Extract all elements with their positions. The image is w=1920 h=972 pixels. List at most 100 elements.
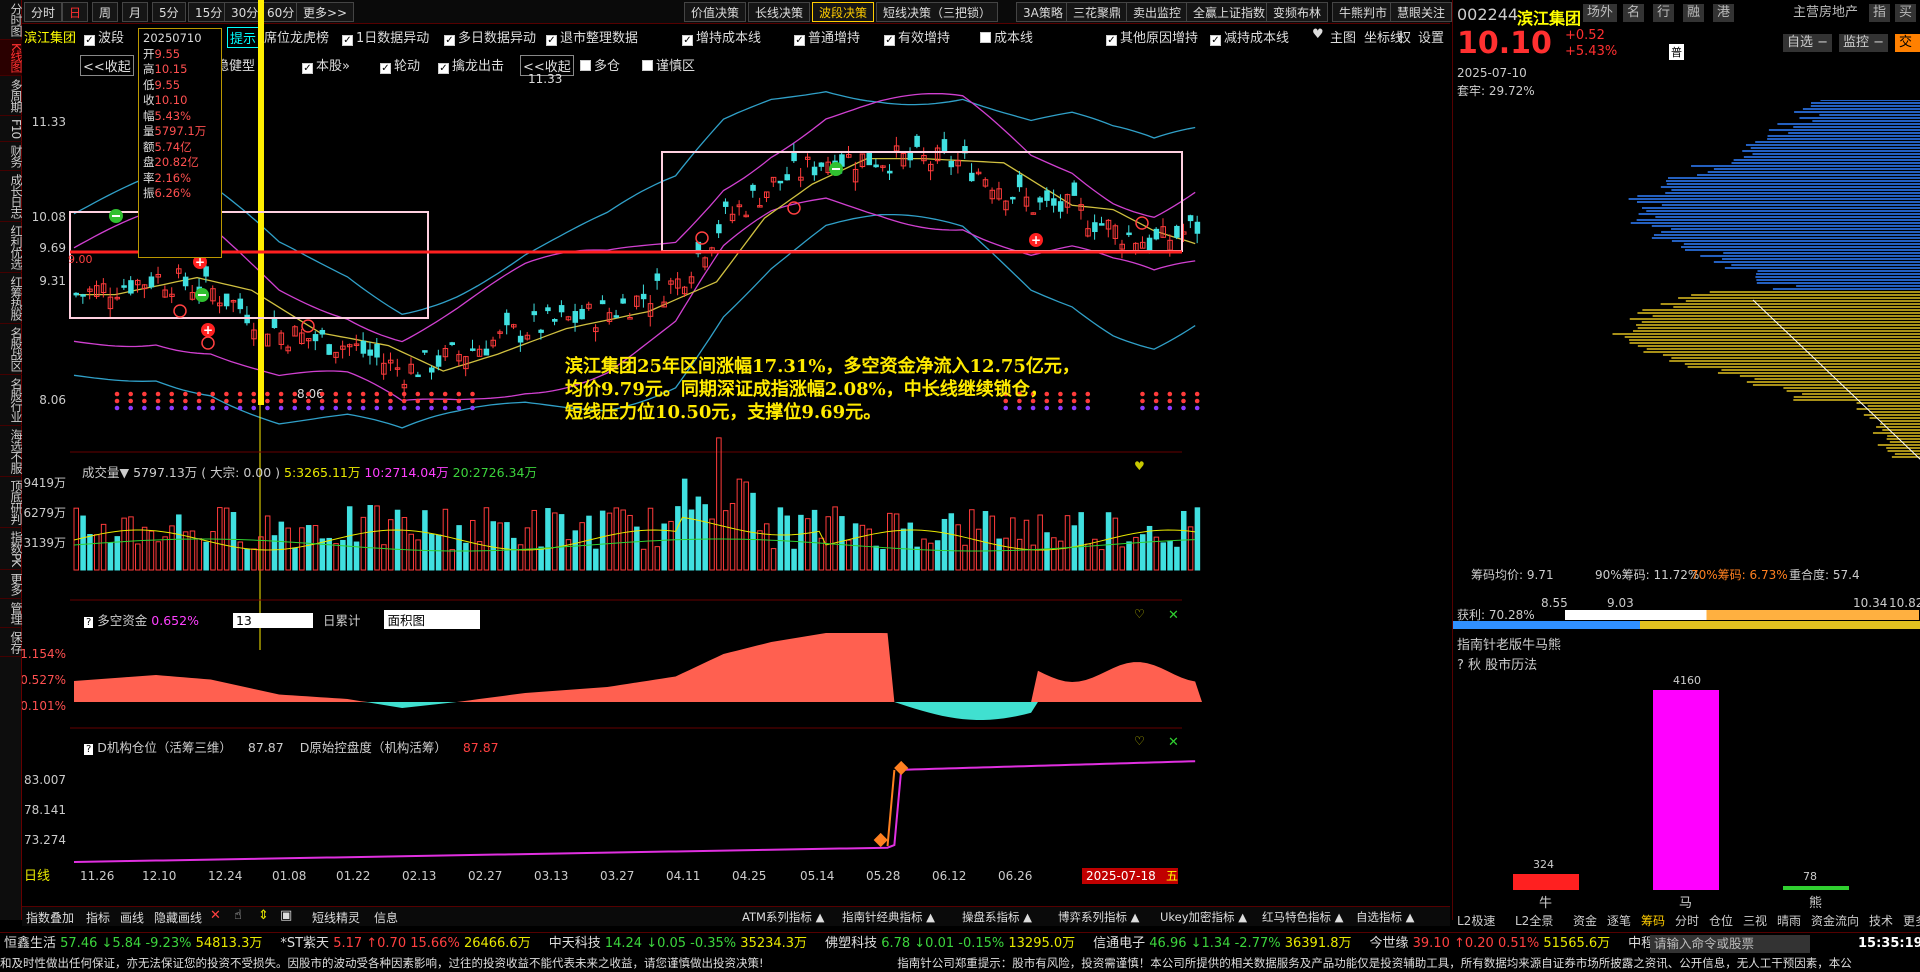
- indicator-group-0[interactable]: ATM系列指标 ▲: [742, 909, 824, 925]
- side-tab-10[interactable]: 海选不服: [0, 426, 23, 478]
- panel-heart-icon[interactable]: ♡: [1134, 734, 1145, 748]
- ticker-item[interactable]: *ST紫天 5.17 ↑0.70 15.66% 26466.6万: [280, 936, 530, 951]
- right-tab-9[interactable]: 资金流向: [1811, 912, 1859, 929]
- close-icon[interactable]: ✕: [1168, 608, 1179, 623]
- right-tab-1[interactable]: L2全景: [1515, 912, 1553, 929]
- right-tab-8[interactable]: 晴雨: [1777, 912, 1801, 929]
- help-icon[interactable]: ?: [84, 617, 94, 628]
- bull-bar-label: 熊: [1809, 896, 1823, 911]
- side-tab-2[interactable]: 多周期: [0, 76, 23, 116]
- indicator-group-1[interactable]: 指南针经典指标 ▲: [842, 909, 935, 925]
- volume-bar: [1153, 536, 1160, 571]
- capital-period-select[interactable]: 13: [232, 613, 313, 628]
- right-tab-4[interactable]: 筹码: [1641, 912, 1665, 929]
- signal-dot: [128, 391, 133, 397]
- volume-bar: [94, 534, 100, 571]
- right-tab-3[interactable]: 逐笔: [1607, 912, 1631, 929]
- date-tick: 04.11: [666, 869, 700, 883]
- candle-body: [620, 298, 626, 304]
- stock-tag-2[interactable]: 行: [1653, 4, 1675, 22]
- close-icon[interactable]: ✕: [1168, 735, 1179, 750]
- right-tab-6[interactable]: 仓位: [1709, 912, 1733, 929]
- volume-bar: [374, 505, 380, 571]
- command-input[interactable]: 请输入命令或股票: [1650, 935, 1810, 953]
- right-tab-2[interactable]: 资金: [1573, 912, 1597, 929]
- volume-bar: [955, 524, 961, 571]
- ticker-item[interactable]: 佛塑科技 6.78 ↓0.01 -0.15% 13295.0万: [825, 936, 1075, 951]
- volume-tick: 9419万: [23, 476, 66, 490]
- panel-heart-icon[interactable]: ♥: [1134, 459, 1145, 473]
- candle-body: [1057, 201, 1064, 212]
- chip-stat-0: 筹码均价: 9.71: [1471, 568, 1554, 582]
- stock-tag-0[interactable]: 场外: [1583, 4, 1618, 22]
- panel-heart-icon[interactable]: ♡: [1134, 607, 1145, 621]
- price-tick: 11.33: [32, 115, 66, 129]
- kline-chart[interactable]: 11.3310.089.699.318.0611.338.069.00+++94…: [22, 0, 1450, 920]
- volume-title[interactable]: 成交量▼: [82, 465, 129, 480]
- side-tab-9[interactable]: 名股行业: [0, 375, 23, 427]
- volume-bar: [449, 549, 455, 571]
- side-tab-11[interactable]: 顶底研判: [0, 477, 23, 529]
- volume-bar: [346, 506, 353, 571]
- side-tab-14[interactable]: 管理: [0, 599, 23, 629]
- right-tab-7[interactable]: 三视: [1743, 912, 1767, 929]
- signal-dot: [210, 391, 216, 397]
- side-tab-1[interactable]: K线图: [0, 40, 23, 76]
- volume-bar: [791, 548, 797, 571]
- date-tick: 06.26: [998, 869, 1032, 883]
- right-tab-10[interactable]: 技术: [1869, 912, 1893, 929]
- signal-dot: [1167, 405, 1173, 411]
- indicator-group-6[interactable]: 自选指标 ▲: [1356, 909, 1415, 925]
- bottom-info-0[interactable]: 短线精灵: [312, 909, 360, 926]
- right-btn-2[interactable]: 交易: [1895, 34, 1920, 68]
- right-tab-5[interactable]: 分时: [1675, 912, 1699, 929]
- bull-title: 指南针老版牛马熊: [1457, 638, 1562, 653]
- side-tab-bar: 分时图 K线图 多周期 F10 财务 成长日志 红利优选 红筹热股 名股战区 名股行业 海选不服 顶底…: [0, 0, 23, 920]
- ticker-item[interactable]: 信通电子 46.96 ↓1.34 -2.77% 36391.8万: [1093, 936, 1351, 951]
- indicator-group-2[interactable]: 操盘系指标 ▲: [962, 909, 1032, 925]
- lock-icon[interactable]: ▣: [280, 908, 292, 923]
- signal-dot: [1085, 391, 1091, 397]
- move-icon[interactable]: ⇕: [258, 908, 269, 923]
- bottom-tool-0[interactable]: 指数叠加: [26, 909, 74, 926]
- volume-bar: [750, 492, 756, 571]
- side-tab-4[interactable]: 财务: [0, 142, 23, 172]
- side-tab-13[interactable]: 更多: [0, 570, 23, 600]
- stock-tag-3[interactable]: 融: [1683, 4, 1705, 22]
- side-tab-15[interactable]: 保存: [0, 628, 23, 658]
- side-tab-3[interactable]: F10: [0, 116, 23, 143]
- delete-icon[interactable]: ✕: [210, 908, 221, 923]
- stock-tag2-0[interactable]: 指: [1869, 4, 1891, 22]
- stock-tag2-1[interactable]: 买: [1895, 4, 1917, 22]
- volume-bar: [483, 507, 490, 571]
- indicator-group-3[interactable]: 博弈系列指标 ▲: [1058, 909, 1140, 925]
- side-tab-8[interactable]: 名股战区: [0, 324, 23, 376]
- stock-tag-4[interactable]: 港: [1713, 4, 1735, 22]
- side-tab-7[interactable]: 红筹热股: [0, 273, 23, 325]
- right-btn-1[interactable]: 监控 −: [1839, 34, 1889, 52]
- side-tab-6[interactable]: 红利优选: [0, 222, 23, 274]
- signal-dot: [142, 391, 147, 397]
- ticker-item[interactable]: 中天科技 14.24 ↓0.05 -0.35% 35234.3万: [549, 936, 807, 951]
- hand-icon[interactable]: ☝: [234, 908, 242, 923]
- right-btn-0[interactable]: 自选 −: [1783, 34, 1833, 52]
- volume-bar: [251, 548, 257, 571]
- stock-tag-1[interactable]: 名: [1623, 4, 1645, 22]
- right-tab-0[interactable]: L2极速: [1457, 912, 1495, 929]
- bottom-tool-1[interactable]: 指标: [86, 909, 110, 926]
- bottom-info-1[interactable]: 信息: [374, 909, 398, 926]
- right-tab-11[interactable]: 更多»: [1903, 912, 1920, 929]
- side-tab-12[interactable]: 指数PK: [0, 528, 23, 571]
- indicator-group-4[interactable]: Ukey加密指标 ▲: [1160, 909, 1247, 925]
- volume-bar: [552, 512, 558, 571]
- side-tab-0[interactable]: 分时图: [0, 0, 23, 40]
- bull-bar-label: 马: [1679, 896, 1693, 911]
- help-icon[interactable]: ?: [84, 744, 94, 755]
- bottom-tool-3[interactable]: 隐藏画线: [154, 909, 202, 926]
- ticker-item[interactable]: 恒鑫生活 57.46 ↓5.84 -9.23% 54813.3万: [4, 936, 262, 951]
- capital-style-select[interactable]: 面积图: [384, 610, 481, 629]
- side-tab-5[interactable]: 成长日志: [0, 171, 23, 223]
- ticker-item[interactable]: 今世缘 39.10 ↑0.20 0.51% 51565.6万: [1370, 936, 1611, 951]
- bottom-tool-2[interactable]: 画线: [120, 909, 144, 926]
- indicator-group-5[interactable]: 红马特色指标 ▲: [1262, 909, 1344, 925]
